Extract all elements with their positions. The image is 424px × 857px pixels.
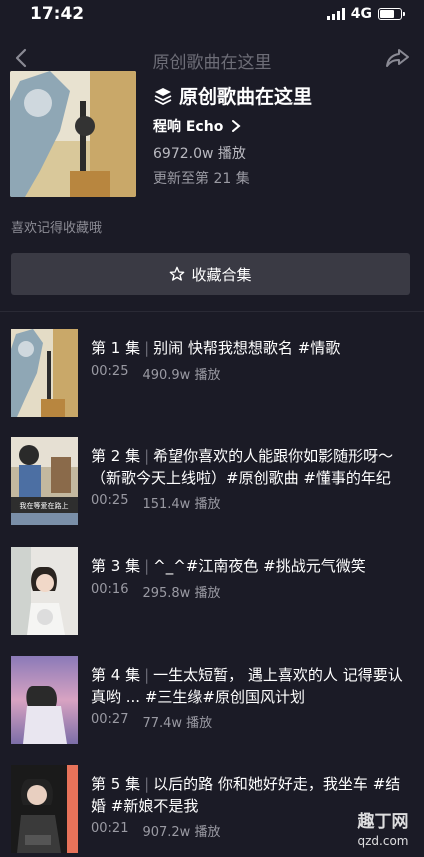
episode-number: 第 4 集	[91, 666, 141, 684]
episode-duration: 00:21	[91, 821, 129, 836]
share-arrow-icon[interactable]	[384, 44, 412, 72]
episode-meta: 00:16 295.8w 播放	[91, 582, 220, 601]
episode-meta: 00:27 77.4w 播放	[91, 712, 212, 731]
author-name: 程响 Echo	[153, 119, 224, 135]
episode-duration: 00:25	[91, 493, 129, 508]
episode-title: 第 4 集 | 一生太短暂， 遇上喜欢的人 记得要认真哟 ... #三生缘#原创国风…	[91, 666, 403, 706]
episode-item[interactable]: 第 3 集 | ^_^#江南夜色 #挑战元气微笑 00:16 295.8w 播放	[0, 547, 424, 639]
collect-button[interactable]: 收藏合集	[11, 253, 410, 295]
episode-meta: 00:21 907.2w 播放	[91, 821, 220, 840]
episode-plays: 151.4w 播放	[142, 497, 221, 512]
episode-number: 第 2 集	[91, 447, 141, 465]
episode-item[interactable]: 第 1 集 | 别闹 快帮我想想歌名 #情歌 00:25 490.9w 播放	[0, 329, 424, 421]
episode-number: 第 1 集	[91, 339, 141, 357]
collection-title: 原创歌曲在这里	[179, 86, 313, 108]
episode-number: 第 5 集	[91, 775, 141, 793]
collection-plays: 6972.0w 播放	[153, 146, 246, 162]
episode-thumbnail	[11, 656, 78, 744]
episode-thumbnail	[11, 547, 78, 635]
episode-plays: 77.4w 播放	[142, 716, 213, 731]
signal-icon	[326, 8, 345, 20]
episode-thumbnail	[11, 765, 78, 853]
collection-title-row: 原创歌曲在这里	[153, 82, 312, 109]
divider	[0, 311, 424, 312]
battery-icon	[378, 8, 405, 20]
episode-title: 第 1 集 | 别闹 快帮我想想歌名 #情歌	[91, 339, 341, 357]
network-type: 4G	[350, 6, 372, 22]
collection-cover	[10, 71, 136, 197]
episode-meta: 00:25 151.4w 播放	[91, 493, 220, 512]
watermark-line2: qzd.com	[358, 834, 409, 848]
episode-item[interactable]: 我在等爱在路上 第 2 集 | 希望你喜欢的人能跟你如影随形呀～（新歌今天上线啦）#…	[0, 437, 424, 529]
episode-number: 第 3 集	[91, 557, 141, 575]
status-time: 17:42	[30, 4, 85, 24]
episode-title-text: ^_^#江南夜色 #挑战元气微笑	[153, 557, 366, 575]
collection-update-status: 更新至第 21 集	[153, 171, 250, 187]
watermark-line1: 趣丁网	[357, 811, 409, 832]
episode-duration: 00:16	[91, 582, 129, 597]
nav-title: 原创歌曲在这里	[152, 53, 272, 73]
episode-thumbnail: 我在等爱在路上	[11, 437, 78, 525]
episode-thumb-caption: 我在等爱在路上	[20, 501, 69, 510]
star-icon	[170, 266, 185, 281]
episode-duration: 00:25	[91, 364, 129, 379]
episode-title: 第 3 集 | ^_^#江南夜色 #挑战元气微笑	[91, 557, 366, 575]
episode-item[interactable]: 第 4 集 | 一生太短暂， 遇上喜欢的人 记得要认真哟 ... #三生缘#原创国风…	[0, 656, 424, 748]
episode-duration: 00:27	[91, 712, 129, 727]
status-indicators: 4G	[326, 6, 405, 22]
episode-meta: 00:25 490.9w 播放	[91, 364, 220, 383]
episode-plays: 295.8w 播放	[142, 586, 221, 601]
episode-plays: 490.9w 播放	[142, 368, 221, 383]
collection-layers-icon	[154, 87, 172, 105]
status-bar: 17:42 4G	[0, 0, 424, 32]
favorite-hint: 喜欢记得收藏哦	[11, 221, 103, 236]
chevron-right-icon	[232, 120, 241, 132]
episode-title: 第 2 集 | 希望你喜欢的人能跟你如影随形呀～（新歌今天上线啦）#原创歌曲 #懂事…	[91, 447, 394, 487]
author-link[interactable]: 程响 Echo	[153, 116, 241, 136]
episode-plays: 907.2w 播放	[142, 825, 221, 840]
collect-button-label: 收藏合集	[191, 265, 252, 284]
episode-title-text: 别闹 快帮我想想歌名 #情歌	[153, 339, 341, 357]
watermark-logo: 趣丁网 qzd.com	[357, 811, 409, 848]
episode-thumbnail	[11, 329, 78, 417]
